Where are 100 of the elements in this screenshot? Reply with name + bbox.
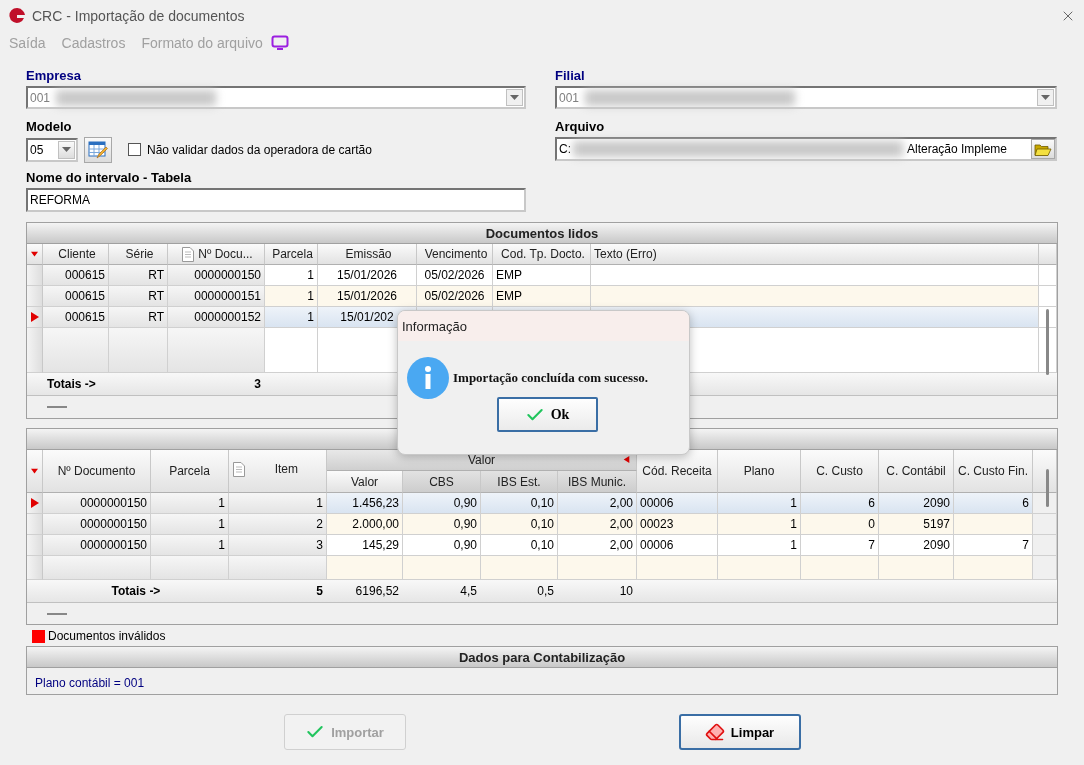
document-icon — [233, 462, 245, 477]
table-cell: 00006 — [637, 493, 718, 514]
totals-count: 3 — [253, 376, 262, 393]
input-field[interactable]: REFORMA — [26, 188, 526, 212]
table-cell: 7 — [954, 535, 1033, 556]
window-title: CRC - Importação de documentos — [32, 8, 246, 24]
legend-label: Documentos inválidos — [48, 629, 166, 643]
table-cell: 0000000151 — [168, 286, 265, 307]
column-header[interactable]: Parcela — [151, 450, 229, 493]
table-cell: 00006 — [637, 535, 718, 556]
field-label: Nome do intervalo - Tabela — [26, 170, 193, 186]
column-header[interactable]: CBS — [403, 471, 481, 493]
current-row-icon — [29, 312, 40, 322]
table-cell: 1 — [265, 286, 318, 307]
column-header[interactable]: IBS Est. — [481, 471, 558, 493]
table-cell: 1 — [718, 535, 801, 556]
splitter-handle[interactable] — [47, 406, 67, 408]
table-cell: 15/01/2026 — [318, 286, 417, 307]
table-cell: 1 — [718, 514, 801, 535]
table-cell: 1 — [265, 307, 318, 328]
dropdown-arrow-icon — [62, 146, 71, 153]
file-field[interactable]: C: Alteração Impleme — [555, 137, 1057, 161]
totals-value: 6196,52 — [354, 583, 400, 600]
edit-model-button[interactable] — [84, 136, 112, 163]
splitter-handle[interactable] — [47, 612, 67, 615]
table-cell: 0,90 — [403, 493, 481, 514]
table-cell: 1 — [265, 265, 318, 286]
column-header[interactable]: Emissão — [318, 244, 417, 265]
model-combo[interactable]: 05 — [26, 137, 78, 162]
scrollbar-thumb[interactable] — [1046, 309, 1049, 375]
table-cell: 0000000150 — [168, 265, 265, 286]
scrollbar-thumb[interactable] — [1046, 469, 1049, 507]
column-header[interactable]: Série — [109, 244, 168, 265]
table-cell: 5197 — [879, 514, 954, 535]
dialog-title: Informação — [398, 311, 689, 341]
table-cell: 1 — [151, 514, 229, 535]
table-cell: 1 — [229, 493, 327, 514]
column-header[interactable]: IBS Munic. — [558, 471, 637, 493]
monitor-icon[interactable] — [270, 35, 289, 51]
info-icon — [407, 357, 449, 399]
table-cell: 2.000,00 — [327, 514, 403, 535]
table-cell: 0000000152 — [168, 307, 265, 328]
table-cell: 0 — [801, 514, 879, 535]
totals-value: 4,5 — [459, 583, 478, 600]
table-cell: 0,10 — [481, 535, 558, 556]
column-header[interactable]: C. Contábil — [879, 450, 954, 493]
table-cell: 3 — [229, 535, 327, 556]
column-header[interactable]: Nº Documento — [43, 450, 151, 493]
current-row-icon — [29, 498, 40, 508]
table-cell: RT — [109, 265, 168, 286]
column-header[interactable]: Cód. Receita — [637, 450, 718, 493]
table-cell: 0,90 — [403, 535, 481, 556]
table-cell: 0,10 — [481, 493, 558, 514]
column-header[interactable]: Plano — [718, 450, 801, 493]
column-header[interactable]: Item — [229, 450, 327, 493]
clear-button[interactable]: Limpar — [678, 714, 801, 750]
table-cell: 0000000150 — [43, 514, 151, 535]
column-header[interactable]: C. Custo — [801, 450, 879, 493]
accounting-info: Plano contábil = 001 — [34, 675, 146, 692]
dialog-message: Importação concluída com sucesso. — [453, 370, 648, 386]
header-cell — [1039, 244, 1057, 265]
column-header[interactable]: Valor — [327, 471, 403, 493]
eraser-icon — [704, 722, 725, 742]
table-cell: 000615 — [43, 265, 109, 286]
totals-label: Totais -> — [110, 583, 162, 600]
table-cell: 15/01/2026 — [318, 265, 417, 286]
column-header[interactable]: Parcela — [265, 244, 318, 265]
column-header[interactable]: Texto (Erro) — [591, 244, 1039, 265]
sort-indicator-icon — [31, 467, 38, 475]
browse-button[interactable] — [1031, 139, 1055, 159]
table-cell: 2090 — [879, 535, 954, 556]
panel-title: Documentos lidos — [27, 223, 1057, 244]
app-logo-icon — [8, 7, 26, 25]
column-header[interactable]: C. Custo Fin. — [954, 450, 1033, 493]
totals-value: 10 — [618, 583, 634, 600]
column-header[interactable]: Cod. Tp. Docto. — [493, 244, 591, 265]
table-cell: 1 — [718, 493, 801, 514]
field-label: Modelo — [26, 119, 73, 135]
field-label: Filial — [555, 68, 586, 84]
table-cell: 6 — [954, 493, 1033, 514]
totals-value: 5 — [315, 583, 324, 600]
document-icon — [182, 246, 195, 262]
dropdown-arrow-icon — [1041, 94, 1050, 101]
table-cell: 1.456,23 — [327, 493, 403, 514]
table-cell: EMP — [493, 286, 591, 307]
panel-title: Dados para Contabilização — [27, 647, 1057, 668]
totals-label: Totais -> — [46, 376, 97, 393]
ok-button[interactable]: Ok — [496, 397, 598, 432]
table-cell: 2090 — [879, 493, 954, 514]
table-cell: 000615 — [43, 307, 109, 328]
table-cell: RT — [109, 286, 168, 307]
checkbox-label: Não validar dados da operadora de cartão — [147, 142, 372, 157]
table-cell: 2,00 — [558, 493, 637, 514]
checkbox[interactable] — [128, 143, 141, 156]
table-cell: 000615 — [43, 286, 109, 307]
column-header[interactable]: Vencimento — [417, 244, 493, 265]
column-header[interactable]: Nº Docu... — [168, 244, 265, 265]
table-cell: 05/02/2026 — [417, 265, 493, 286]
column-header[interactable]: Cliente — [43, 244, 109, 265]
table-cell: 145,29 — [327, 535, 403, 556]
